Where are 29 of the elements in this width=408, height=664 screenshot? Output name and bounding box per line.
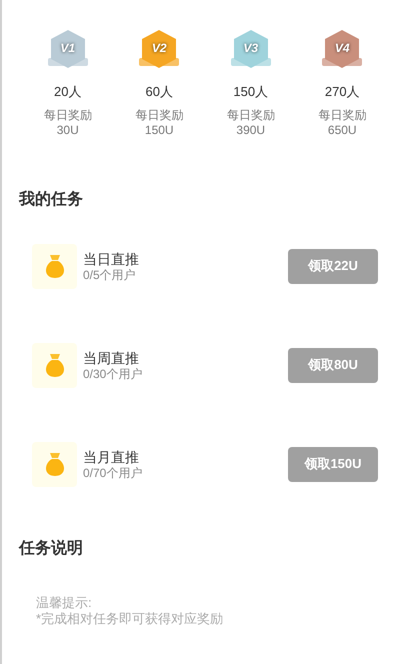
badge-level-text: V4: [334, 40, 350, 57]
reward-label: 每日奖励: [226, 108, 275, 122]
note-text: *完成相对任务即可获得对应奖励: [36, 610, 224, 626]
people-count: 150人: [233, 83, 268, 101]
badge-level-text: V2: [152, 40, 167, 57]
reward-amount: 650U: [328, 122, 357, 138]
badge-level-text: V3: [243, 40, 258, 57]
referral-count: 0/30个用户: [83, 366, 144, 382]
section-title: 我的任务: [19, 190, 84, 210]
money-bag-icon: [32, 342, 77, 388]
reward-amount: 390U: [236, 122, 266, 138]
people-count: 60人: [146, 83, 173, 101]
task-name: 当日直推: [83, 250, 140, 268]
reward-amount: 30U: [56, 122, 79, 138]
people-count: 270人: [324, 83, 360, 101]
section-title: 任务说明: [19, 538, 84, 558]
reward-label: 每日奖励: [318, 108, 366, 122]
people-count: 20人: [54, 83, 82, 101]
reward-label: 每日奖励: [44, 108, 92, 122]
badge-level-text: V1: [60, 40, 76, 57]
task-name: 当月直推: [83, 448, 140, 466]
money-bag-icon: [32, 442, 77, 486]
note-text: 温馨提示:: [36, 594, 93, 610]
money-bag-icon: [32, 244, 77, 288]
referral-count: 0/5个用户: [83, 268, 137, 282]
reward-amount: 150U: [144, 122, 174, 138]
reward-label: 每日奖励: [135, 108, 184, 122]
task-name: 当周直推: [83, 348, 140, 366]
referral-count: 0/70个用户: [83, 466, 144, 480]
